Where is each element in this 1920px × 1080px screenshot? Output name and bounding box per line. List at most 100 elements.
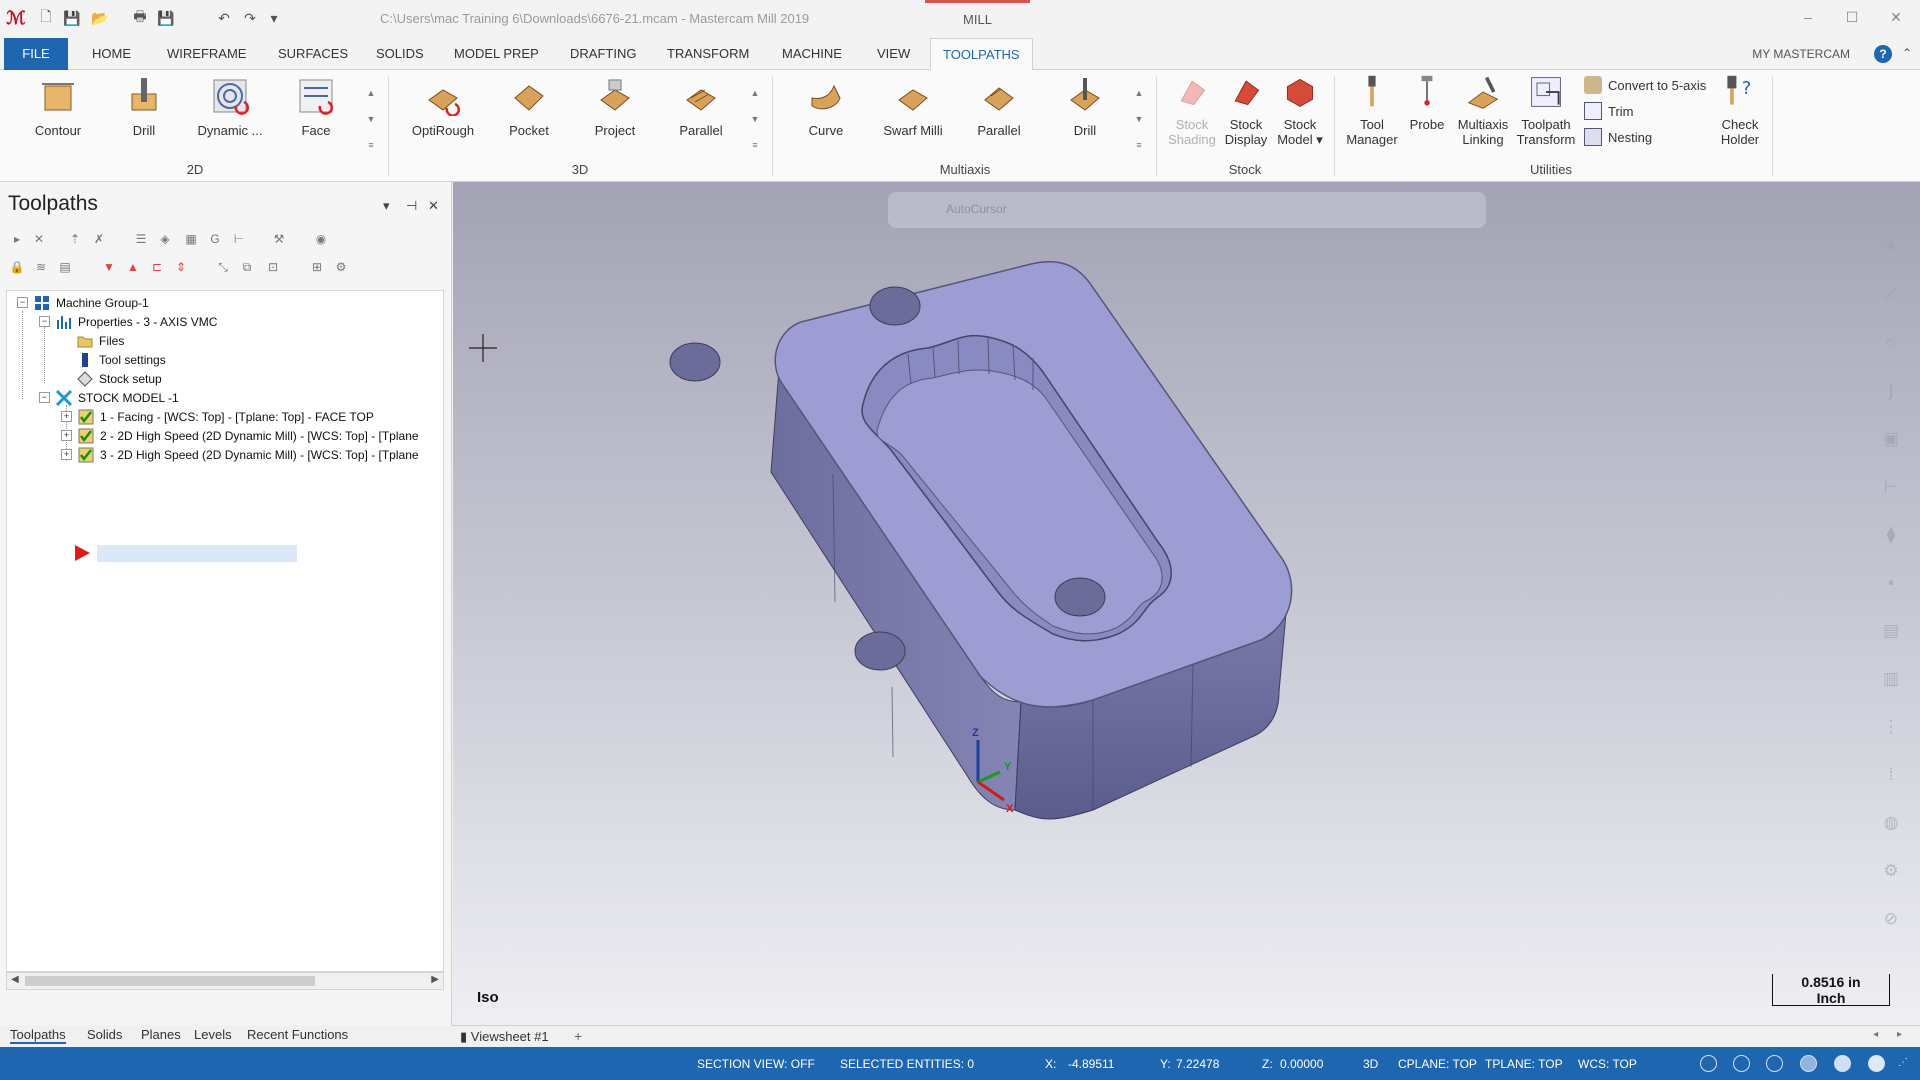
mask-levels-icon[interactable]: ⋮	[1876, 712, 1906, 742]
optirough-button[interactable]: OptiRough	[404, 76, 482, 138]
save-icon[interactable]: 💾	[62, 8, 82, 28]
mask-groups-icon[interactable]: ⁞	[1876, 760, 1906, 790]
stock-model-button[interactable]: Stock Model ▾	[1270, 74, 1330, 148]
tab-surfaces[interactable]: SURFACES	[266, 38, 360, 70]
gallery-2d-scroll[interactable]: ▲ ▼ ≡	[364, 80, 378, 158]
swarf-milling-button[interactable]: Swarf Milli	[874, 76, 952, 138]
single-op-view-icon[interactable]: ⤡	[214, 258, 232, 276]
verify-icon[interactable]: ◈	[156, 230, 174, 248]
tab-recent-functions[interactable]: Recent Functions	[247, 1027, 348, 1042]
tree-node-stock-model[interactable]: − STOCK MODEL -1	[39, 388, 179, 407]
tree-node-properties[interactable]: − Properties - 3 - AXIS VMC	[39, 312, 217, 331]
mask-all-icon[interactable]: +	[1876, 232, 1906, 262]
mode-toggle[interactable]: 3D	[1363, 1057, 1378, 1071]
viewsheet-tab[interactable]: ▮ Viewsheet #1	[460, 1029, 549, 1045]
save-as-icon[interactable]: 💾	[156, 8, 176, 28]
add-viewsheet-button[interactable]: +	[574, 1028, 582, 1044]
regenerate-dirty-icon[interactable]: ✗	[90, 230, 108, 248]
tplane-status[interactable]: TPLANE: TOP	[1485, 1057, 1563, 1071]
contour-button[interactable]: Contour	[24, 76, 92, 138]
gallery-3d-scroll[interactable]: ▲ ▼ ≡	[748, 80, 762, 158]
multiaxis-linking-button[interactable]: Multiaxis Linking	[1452, 74, 1514, 147]
toggle-post-icon[interactable]: ▤	[56, 258, 74, 276]
check-holder-button[interactable]: ? Check Holder	[1712, 74, 1768, 147]
display-mode-icon[interactable]	[1766, 1055, 1783, 1072]
tree-node-machine-group[interactable]: − Machine Group-1	[17, 293, 149, 312]
collapse-ribbon-icon[interactable]: ⌃	[1902, 46, 1912, 60]
tab-levels-manager[interactable]: Levels	[194, 1027, 232, 1042]
panel-pin-icon[interactable]: ⊣	[406, 198, 417, 214]
tab-home[interactable]: HOME	[80, 38, 143, 70]
maximize-button[interactable]: ☐	[1842, 9, 1862, 26]
move-insert-down-icon[interactable]: ▼	[100, 258, 118, 276]
redo-icon[interactable]: ↷	[240, 8, 260, 28]
tree-horizontal-scrollbar[interactable]: ◀ ▶	[6, 972, 444, 990]
tree-node-tool-settings[interactable]: Tool settings	[77, 350, 166, 369]
panel-dropdown-icon[interactable]: ▾	[383, 198, 390, 214]
mask-solids-icon[interactable]: ⧫	[1876, 520, 1906, 550]
convert-to-5-axis-button[interactable]: Convert to 5-axis	[1584, 74, 1706, 96]
stock-display-button[interactable]: Stock Display	[1218, 74, 1274, 147]
project-button[interactable]: Project	[580, 76, 650, 138]
customize-quick-access-icon[interactable]: ▾	[264, 8, 284, 28]
selected-entities-status[interactable]: SELECTED ENTITIES: 0	[840, 1057, 974, 1071]
tab-file[interactable]: FILE	[4, 38, 68, 70]
stock-shading-button[interactable]: Stock Shading	[1164, 74, 1220, 147]
mask-points-icon[interactable]: ▪	[1876, 568, 1906, 598]
face-button[interactable]: Face	[282, 76, 350, 138]
tab-transform[interactable]: TRANSFORM	[655, 38, 761, 70]
new-file-icon[interactable]: 🗋	[36, 8, 56, 28]
move-insert-up-icon[interactable]: ▲	[124, 258, 142, 276]
scroll-insert-icon[interactable]: ⇕	[172, 258, 190, 276]
parallel-multiaxis-button[interactable]: Parallel	[964, 76, 1034, 138]
part-model[interactable]: Z Y X	[453, 182, 1920, 1025]
help-icon[interactable]: ?	[1874, 45, 1892, 63]
mastercam-logo-icon[interactable]: ℳ	[6, 8, 26, 28]
tab-solids[interactable]: SOLIDS	[364, 38, 436, 70]
tab-planes-manager[interactable]: Planes	[141, 1027, 181, 1042]
nesting-button[interactable]: Nesting	[1584, 126, 1652, 148]
select-all-dirty-icon[interactable]: ✕	[30, 230, 48, 248]
close-button[interactable]: ✕	[1886, 9, 1906, 26]
print-icon[interactable]: 🖶	[130, 8, 150, 28]
my-mastercam-link[interactable]: MY MASTERCAM	[1752, 47, 1850, 61]
lock-icon[interactable]: 🔒	[8, 258, 26, 276]
select-all-operations-icon[interactable]: ▸	[8, 230, 26, 248]
undo-icon[interactable]: ↶	[214, 8, 234, 28]
toolpath-transform-button[interactable]: Toolpath Transform	[1514, 74, 1578, 147]
scroll-right-icon[interactable]: ▶	[431, 974, 439, 985]
mask-lines-icon[interactable]: ⟋	[1876, 280, 1906, 310]
panel-close-icon[interactable]: ✕	[428, 198, 439, 214]
globe-wire-icon[interactable]	[1733, 1055, 1750, 1072]
copy-op-icon[interactable]: ⧉	[238, 258, 256, 276]
mask-notes-icon[interactable]: ▥	[1876, 664, 1906, 694]
tab-drafting[interactable]: DRAFTING	[558, 38, 648, 70]
regenerate-selected-icon[interactable]: ⇡	[66, 230, 84, 248]
tool-manager-button[interactable]: Tool Manager	[1342, 74, 1402, 147]
tab-machine[interactable]: MACHINE	[770, 38, 854, 70]
parallel-3d-button[interactable]: Parallel	[666, 76, 736, 138]
curve-button[interactable]: Curve	[790, 76, 862, 138]
tree-node-files[interactable]: Files	[77, 331, 124, 350]
mask-settings-icon[interactable]: ⚙	[1876, 856, 1906, 886]
delete-all-icon[interactable]: ⚒	[270, 230, 288, 248]
tree-node-operation-3[interactable]: + 3 - 2D High Speed (2D Dynamic Mill) - …	[61, 445, 419, 464]
minimize-button[interactable]: –	[1798, 9, 1818, 25]
filter-icon[interactable]: ⊡	[264, 258, 282, 276]
tool-settings-icon[interactable]: ⚙	[332, 258, 350, 276]
section-view-status[interactable]: SECTION VIEW: OFF	[697, 1057, 815, 1071]
cplane-status[interactable]: CPLANE: TOP	[1398, 1057, 1477, 1071]
pocket-3d-button[interactable]: Pocket	[494, 76, 564, 138]
mask-surfaces-icon[interactable]: ▣	[1876, 424, 1906, 454]
tab-model-prep[interactable]: MODEL PREP	[442, 38, 551, 70]
tab-toolpaths[interactable]: TOOLPATHS	[930, 38, 1033, 71]
tab-solids-manager[interactable]: Solids	[87, 1027, 122, 1042]
mask-dimensions-icon[interactable]: ⊢	[1876, 472, 1906, 502]
insert-after-selected-icon[interactable]: ⊏	[148, 258, 166, 276]
insert-arrow-icon[interactable]	[75, 545, 90, 561]
tab-view[interactable]: VIEW	[865, 38, 922, 70]
wcs-status[interactable]: WCS: TOP	[1578, 1057, 1637, 1071]
help-circle-icon[interactable]: ◉	[312, 230, 330, 248]
expand-tree-icon[interactable]: ⊞	[308, 258, 326, 276]
clear-mask-icon[interactable]: ⊘	[1876, 904, 1906, 934]
